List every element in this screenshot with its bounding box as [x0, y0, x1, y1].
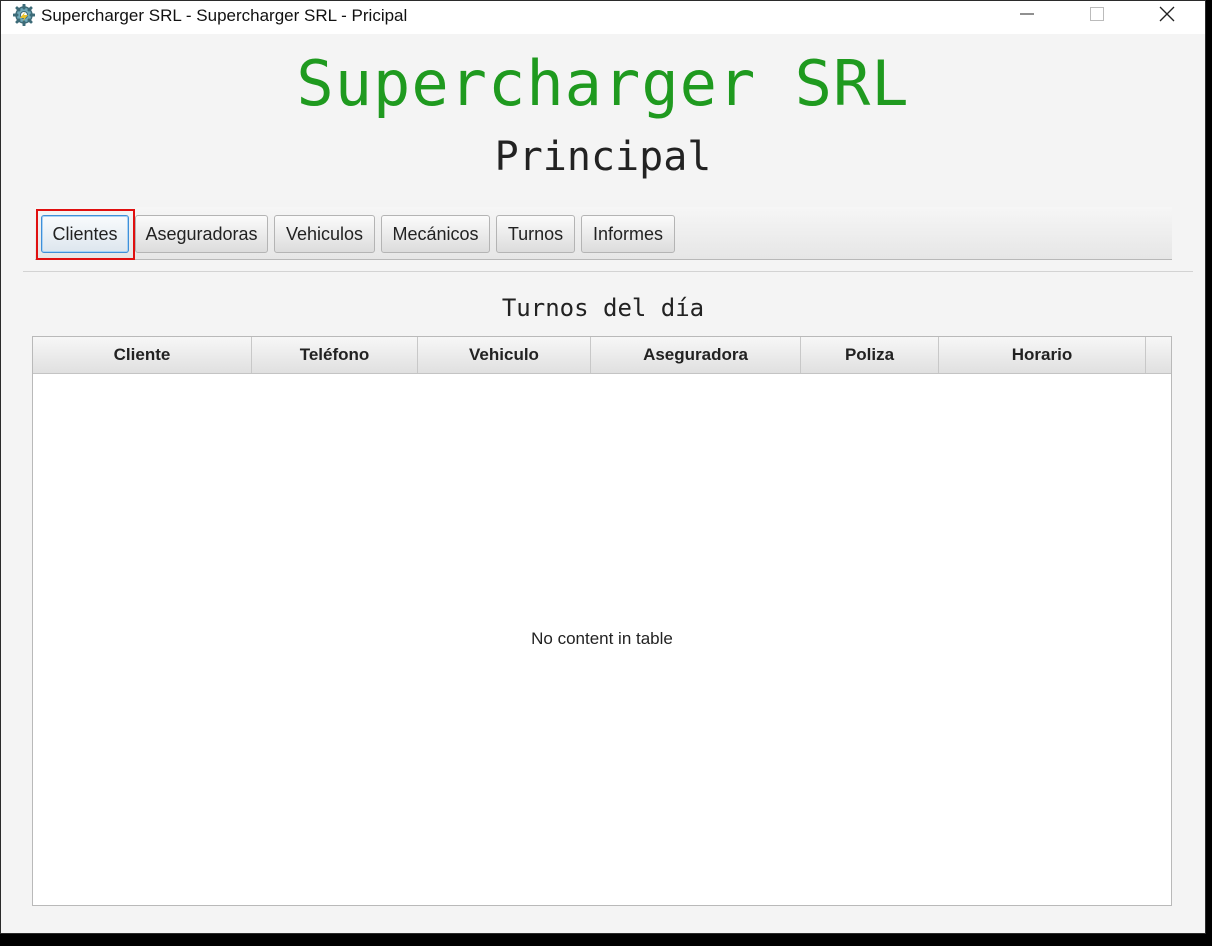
turnos-table[interactable]: Cliente Teléfono Vehiculo Aseguradora Po…: [32, 336, 1172, 906]
column-header-filler: [1146, 337, 1171, 373]
column-header-telefono[interactable]: Teléfono: [252, 337, 418, 373]
close-button[interactable]: [1144, 1, 1190, 31]
app-title: Supercharger SRL: [296, 47, 910, 120]
section-title: Turnos del día: [501, 294, 705, 322]
column-header-horario[interactable]: Horario: [939, 337, 1146, 373]
separator: [23, 271, 1193, 272]
turnos-button[interactable]: Turnos: [496, 215, 575, 253]
table-header: Cliente Teléfono Vehiculo Aseguradora Po…: [33, 337, 1171, 374]
column-header-cliente[interactable]: Cliente: [33, 337, 252, 373]
empty-table-message: No content in table: [531, 629, 673, 648]
vehiculos-button[interactable]: Vehiculos: [274, 215, 375, 253]
app-window: Supercharger SRL - Supercharger SRL - Pr…: [0, 0, 1206, 934]
window-title: Supercharger SRL - Supercharger SRL - Pr…: [41, 6, 408, 25]
close-icon: [1159, 6, 1175, 27]
highlight-box: [36, 209, 135, 260]
informes-button[interactable]: Informes: [581, 215, 675, 253]
maximize-icon: [1090, 6, 1104, 26]
title-bar[interactable]: Supercharger SRL - Supercharger SRL - Pr…: [1, 1, 1205, 34]
column-header-poliza[interactable]: Poliza: [801, 337, 939, 373]
page-title: Principal: [494, 134, 712, 180]
gear-icon: [12, 3, 36, 27]
minimize-icon: [1020, 7, 1034, 26]
column-header-aseguradora[interactable]: Aseguradora: [591, 337, 801, 373]
minimize-button[interactable]: [1004, 1, 1050, 31]
column-header-vehiculo[interactable]: Vehiculo: [418, 337, 591, 373]
maximize-button[interactable]: [1074, 1, 1120, 31]
aseguradoras-button[interactable]: Aseguradoras: [135, 215, 268, 253]
mecanicos-button[interactable]: Mecánicos: [381, 215, 490, 253]
